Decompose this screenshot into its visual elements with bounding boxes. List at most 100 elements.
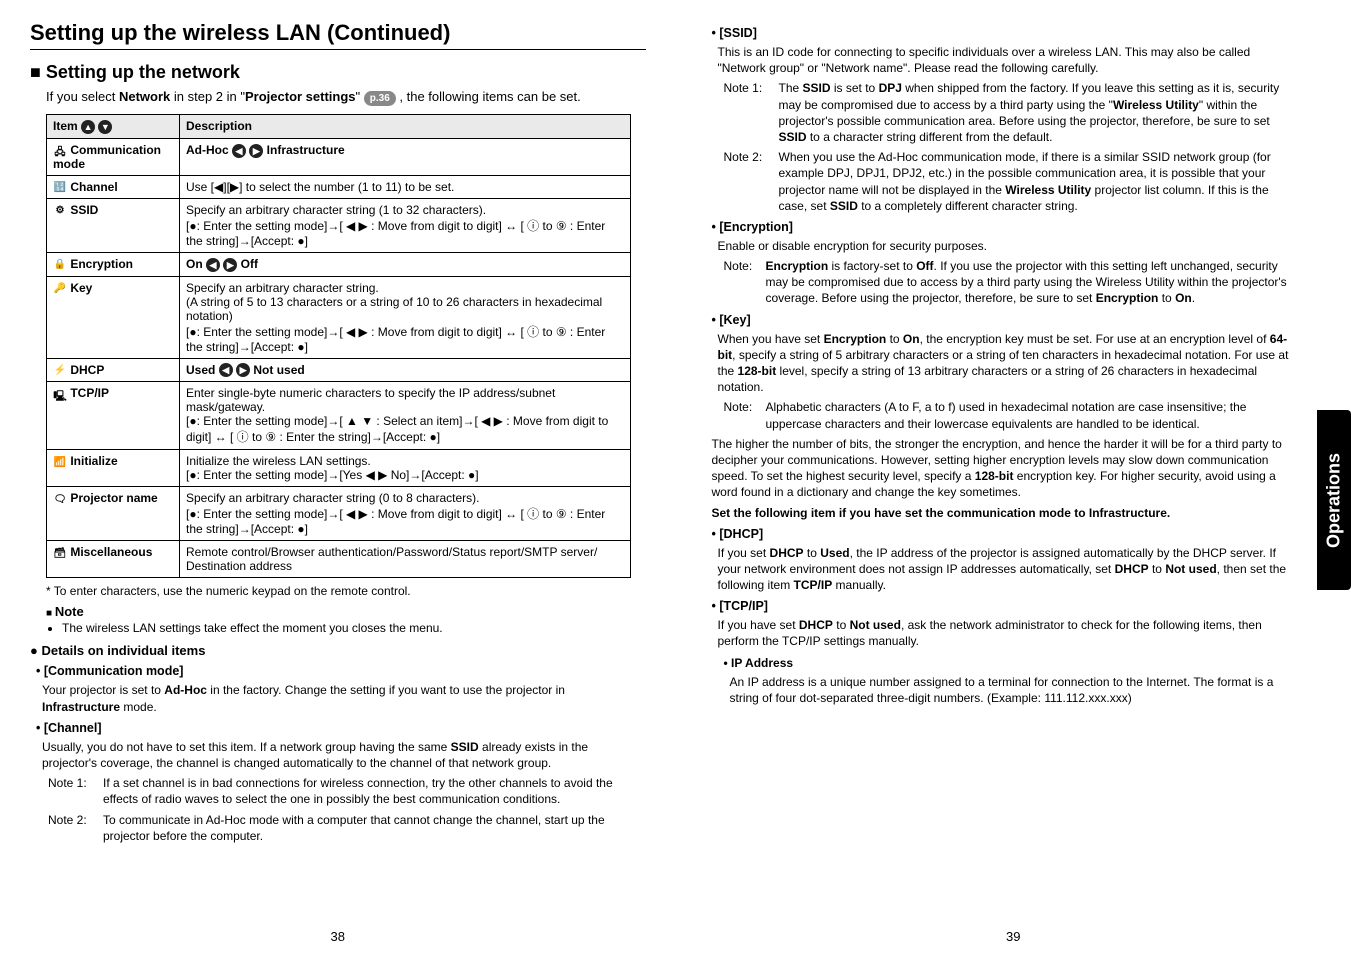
t: Your projector is set to: [42, 683, 164, 697]
cell-desc: Initialize the wireless LAN settings. [●…: [180, 450, 631, 487]
t: level, specify a string of 13 arbitrary …: [718, 364, 1258, 394]
b: TCP/IP: [794, 578, 833, 592]
t: .: [1192, 291, 1195, 305]
cell-desc: Specify an arbitrary character string (1…: [180, 198, 631, 252]
comm-mode-body: Your projector is set to Ad-Hoc in the f…: [42, 682, 646, 714]
t: is set to: [831, 81, 879, 95]
t: mode.: [120, 700, 157, 714]
t: manually.: [832, 578, 886, 592]
ip-body: An IP address is a unique number assigne…: [730, 674, 1292, 706]
t: If you have set: [718, 618, 799, 632]
ssid-note1: Note 1: The SSID is set to DPJ when ship…: [724, 80, 1292, 145]
cell-desc: Specify an arbitrary character string (0…: [180, 487, 631, 541]
table-row: 🖳 TCP/IP Enter single-byte numeric chara…: [47, 382, 631, 450]
b: SSID: [830, 199, 858, 213]
b: On: [903, 332, 920, 346]
row-encryption: 🔒 Encryption: [47, 252, 180, 276]
projname-icon: 🗨: [53, 494, 67, 505]
side-tab-operations: Operations: [1317, 410, 1351, 590]
tcp-body: If you have set DHCP to Not used, ask th…: [718, 617, 1292, 649]
b: Encryption: [766, 259, 829, 273]
b: SSID: [779, 130, 807, 144]
row-initialize: 📶 Initialize: [47, 450, 180, 487]
cell-item: Key: [70, 281, 92, 295]
row-key: 🔑 Key: [47, 276, 180, 358]
para1: The higher the number of bits, the stron…: [712, 436, 1292, 501]
enc-note-text: Encryption is factory-set to Off. If you…: [766, 258, 1292, 307]
intro-projset: Projector settings: [245, 89, 356, 104]
table-footnote: * To enter characters, use the numeric k…: [46, 584, 646, 598]
key-note: Note: Alphabetic characters (A to F, a t…: [724, 399, 1292, 431]
cell-pre: Used: [186, 363, 219, 377]
row-ssid: ⚙ SSID: [47, 198, 180, 252]
b: Used: [820, 546, 849, 560]
t: If you set: [718, 546, 770, 560]
ssid-note2: Note 2: When you use the Ad-Hoc communic…: [724, 149, 1292, 214]
b: Not used: [850, 618, 901, 632]
channel-body: Usually, you do not have to set this ite…: [42, 739, 646, 771]
b: Not used: [1165, 562, 1216, 576]
cell-pre: Ad-Hoc: [186, 143, 232, 157]
intro-text: If you select Network in step 2 in "Proj…: [46, 89, 646, 106]
ssid-body: This is an ID code for connecting to spe…: [718, 44, 1292, 76]
page-title: Setting up the wireless LAN (Continued): [30, 20, 646, 50]
t: , the encryption key must be set. For us…: [920, 332, 1270, 346]
intro-pre: If you select: [46, 89, 119, 104]
ssid-n2-text: When you use the Ad-Hoc communication mo…: [779, 149, 1292, 214]
details-heading: Details on individual items: [30, 643, 646, 658]
cell-desc: On ◀ ▶ Off: [180, 252, 631, 276]
b: Encryption: [1096, 291, 1159, 305]
b: Off: [916, 259, 933, 273]
cell-desc: Specify an arbitrary character string. (…: [180, 276, 631, 358]
cell-item: Communication mode: [53, 143, 161, 171]
t: Usually, you do not have to set this ite…: [42, 740, 451, 754]
b: DHCP: [1115, 562, 1149, 576]
cell-desc: Used ◀ ▶ Not used: [180, 358, 631, 382]
intro-network: Network: [119, 89, 170, 104]
left-icon: ◀: [232, 144, 246, 158]
intro-end: , the following items can be set.: [396, 89, 581, 104]
cell-post: Infrastructure: [263, 143, 344, 157]
table-row: 📶 Initialize Initialize the wireless LAN…: [47, 450, 631, 487]
b: Ad-Hoc: [164, 683, 207, 697]
left-icon: ◀: [206, 258, 220, 272]
tcp-head: [TCP/IP]: [712, 599, 1292, 613]
enc-head: [Encryption]: [712, 220, 1292, 234]
t: to: [886, 332, 903, 346]
table-row: 🗃 Miscellaneous Remote control/Browser a…: [47, 541, 631, 578]
th-item-text: Item: [53, 119, 78, 133]
intro-post: ": [356, 89, 364, 104]
note2-label: Note 2:: [48, 812, 103, 844]
row-channel: 🔢 Channel: [47, 175, 180, 198]
b: DHCP: [770, 546, 804, 560]
dhcp-icon: ⚡: [53, 365, 67, 376]
ssid-n1-label: Note 1:: [724, 80, 779, 145]
table-row: 🔑 Key Specify an arbitrary character str…: [47, 276, 631, 358]
row-comm-mode: 🖧 Communication mode: [47, 138, 180, 175]
ip-head: IP Address: [724, 656, 1292, 670]
table-row: 🖧 Communication mode Ad-Hoc ◀ ▶ Infrastr…: [47, 138, 631, 175]
t: is factory-set to: [828, 259, 916, 273]
cell-desc: Remote control/Browser authentication/Pa…: [180, 541, 631, 578]
t: to: [1149, 562, 1166, 576]
t: to a completely different character stri…: [858, 199, 1078, 213]
intro-mid: in step 2 in ": [170, 89, 245, 104]
cell-post: Off: [237, 257, 258, 271]
cell-item: TCP/IP: [70, 386, 109, 400]
page-number-left: 38: [331, 929, 345, 944]
b: Wireless Utility: [1113, 98, 1199, 112]
channel-icon: 🔢: [53, 182, 67, 193]
table-row: 🔢 Channel Use [◀][▶] to select the numbe…: [47, 175, 631, 198]
t: in the factory. Change the setting if yo…: [207, 683, 565, 697]
lock-icon: 🔒: [53, 259, 67, 270]
note1-label: Note 1:: [48, 775, 103, 807]
cell-item: DHCP: [70, 363, 104, 377]
comm-mode-head: [Communication mode]: [36, 664, 646, 678]
t: to: [1158, 291, 1175, 305]
cell-item: Encryption: [70, 257, 133, 271]
table-row: 🗨 Projector name Specify an arbitrary ch…: [47, 487, 631, 541]
dhcp-body: If you set DHCP to Used, the IP address …: [718, 545, 1292, 594]
row-misc: 🗃 Miscellaneous: [47, 541, 180, 578]
dhcp-head: [DHCP]: [712, 527, 1292, 541]
note1: Note 1: If a set channel is in bad conne…: [48, 775, 646, 807]
